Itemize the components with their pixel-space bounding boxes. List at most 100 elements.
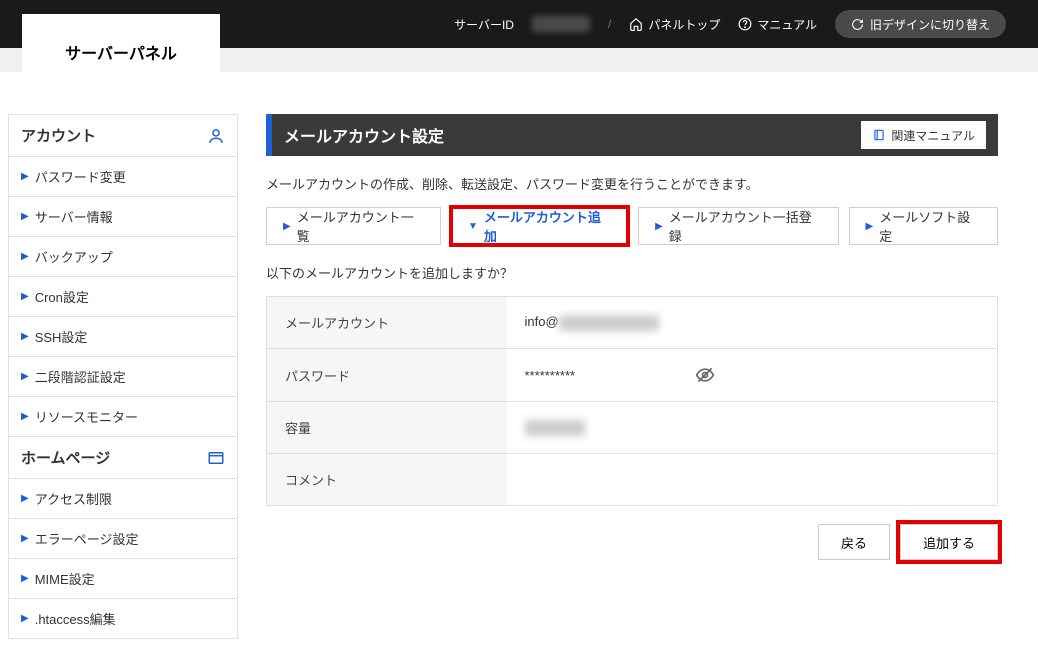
chevron-right-icon: ▶ [21,533,29,544]
sidebar-item-backup[interactable]: ▶ バックアップ [9,237,237,277]
sidebar-group-label: アカウント [21,125,96,146]
chevron-right-icon: ▶ [21,291,29,302]
tab-label: メールアカウント一括登録 [669,207,822,245]
chevron-down-icon: ▼ [468,221,478,232]
sidebar-item-label: パスワード変更 [35,167,126,186]
sidebar-item-label: .htaccess編集 [35,609,116,628]
chevron-right-icon: ▶ [21,211,29,222]
tab-mail-add[interactable]: ▼ メールアカウント追加 [451,207,628,245]
back-button[interactable]: 戻る [818,524,890,560]
row-label: メールアカウント [267,297,507,349]
tab-mail-list[interactable]: ▶ メールアカウント一覧 [266,207,441,245]
home-icon [629,17,643,31]
page-title: メールアカウント設定 [272,123,444,147]
related-manual-label: 関連マニュアル [891,127,975,144]
top-right: サーバーID / パネルトップ マニュアル 旧デザインに切り替え [454,0,1006,48]
page-header: メールアカウント設定 関連マニュアル [266,114,998,156]
row-mail-account: メールアカウント info@ [267,297,998,349]
actions-row: 戻る 追加する [266,524,998,560]
sidebar-item-ssh[interactable]: ▶ SSH設定 [9,317,237,357]
chevron-right-icon: ▶ [21,493,29,504]
switch-design-label: 旧デザインに切り替え [870,16,990,33]
tabs-row: ▶ メールアカウント一覧 ▼ メールアカウント追加 ▶ メールアカウント一括登録 ▶ メ… [266,207,998,245]
password-masked: ********** [525,368,576,383]
sidebar-item-error-page[interactable]: ▶ エラーページ設定 [9,519,237,559]
submit-label: 追加する [923,533,975,552]
chevron-right-icon: ▶ [21,573,29,584]
manual-label: マニュアル [757,16,817,33]
row-value [507,454,998,506]
chevron-right-icon: ▶ [866,221,874,232]
manual-link[interactable]: マニュアル [738,16,817,33]
sidebar-item-mime[interactable]: ▶ MIME設定 [9,559,237,599]
sidebar: アカウント ▶ パスワード変更 ▶サーバー情報 ▶ バックアップ ▶ Cron設定 ▶… [8,114,238,639]
sidebar-item-label: 二段階認証設定 [35,367,126,386]
sidebar-item-resource-monitor[interactable]: ▶ リソースモニター [9,397,237,437]
brand-box: サーバーパネル [22,14,220,90]
sidebar-item-label: Cron設定 [35,287,89,306]
mail-account-prefix: info@ [525,314,559,329]
tab-label: メールアカウント一覧 [297,207,424,245]
sidebar-item-label: SSH設定 [35,327,88,346]
sidebar-item-label: エラーページ設定 [35,529,139,548]
submit-button[interactable]: 追加する [900,524,998,560]
chevron-right-icon: ▶ [21,251,29,262]
sidebar-group-label: ホームページ [21,447,110,468]
tab-mail-software[interactable]: ▶ メールソフト設定 [849,207,998,245]
row-comment: コメント [267,454,998,506]
user-icon [207,127,225,145]
sidebar-item-label: MIME設定 [35,569,95,588]
tab-label: メールソフト設定 [879,207,981,245]
chevron-right-icon: ▶ [283,221,291,232]
mail-account-domain-masked [559,315,659,331]
related-manual-button[interactable]: 関連マニュアル [861,121,986,149]
confirm-table: メールアカウント info@ パスワード ********** 容量 [266,296,998,506]
page-description: メールアカウントの作成、削除、転送設定、パスワード変更を行うことができます。 [266,174,998,193]
row-password: パスワード ********** [267,349,998,402]
capacity-masked [525,420,585,436]
window-icon [207,449,225,467]
eye-off-icon[interactable] [695,365,715,385]
sidebar-item-label: リソースモニター [35,407,138,426]
sidebar-item-label: バックアップ [35,247,113,266]
brand-title: サーバーパネル [65,40,177,64]
sidebar-item-2fa[interactable]: ▶ 二段階認証設定 [9,357,237,397]
row-label: 容量 [267,402,507,454]
switch-design-button[interactable]: 旧デザインに切り替え [835,10,1006,38]
main-content: メールアカウント設定 関連マニュアル メールアカウントの作成、削除、転送設定、パ… [266,114,998,639]
sidebar-group-homepage: ホームページ [9,437,237,479]
refresh-icon [851,18,864,31]
chevron-right-icon: ▶ [655,221,663,232]
row-label: コメント [267,454,507,506]
sidebar-item-cron[interactable]: ▶ Cron設定 [9,277,237,317]
row-label: パスワード [267,349,507,402]
chevron-right-icon: ▶ [21,331,29,342]
confirm-text: 以下のメールアカウントを追加しますか？ [266,263,998,282]
chevron-right-icon: ▶ [21,171,29,182]
sidebar-item-htaccess[interactable]: ▶ .htaccess編集 [9,599,237,639]
row-value: ********** [507,349,998,402]
question-icon [738,17,752,31]
server-id-value-masked [532,16,590,32]
tab-mail-bulk[interactable]: ▶ メールアカウント一括登録 [638,207,838,245]
panel-top-label: パネルトップ [648,16,720,33]
back-label: 戻る [841,533,867,552]
sidebar-item-label: アクセス制限 [35,489,112,508]
row-value: info@ [507,297,998,349]
row-value [507,402,998,454]
top-bar: サーバーパネル サーバーID / パネルトップ マニュアル 旧デザインに切り替え [0,0,1038,48]
chevron-right-icon: ▶ [21,613,29,624]
sidebar-group-account: アカウント [9,115,237,157]
chevron-right-icon: ▶ [21,371,29,382]
server-id-label: サーバーID [454,16,514,33]
tab-label: メールアカウント追加 [484,207,611,245]
panel-top-link[interactable]: パネルトップ [629,16,720,33]
sidebar-item-password[interactable]: ▶ パスワード変更 [9,157,237,197]
sidebar-item-access[interactable]: ▶ アクセス制限 [9,479,237,519]
book-icon [872,128,886,142]
page-body: アカウント ▶ パスワード変更 ▶サーバー情報 ▶ バックアップ ▶ Cron設定 ▶… [0,72,1030,659]
sidebar-item-server-info[interactable]: ▶サーバー情報 [9,197,237,237]
separator: / [608,17,611,31]
chevron-right-icon: ▶ [21,411,29,422]
row-capacity: 容量 [267,402,998,454]
